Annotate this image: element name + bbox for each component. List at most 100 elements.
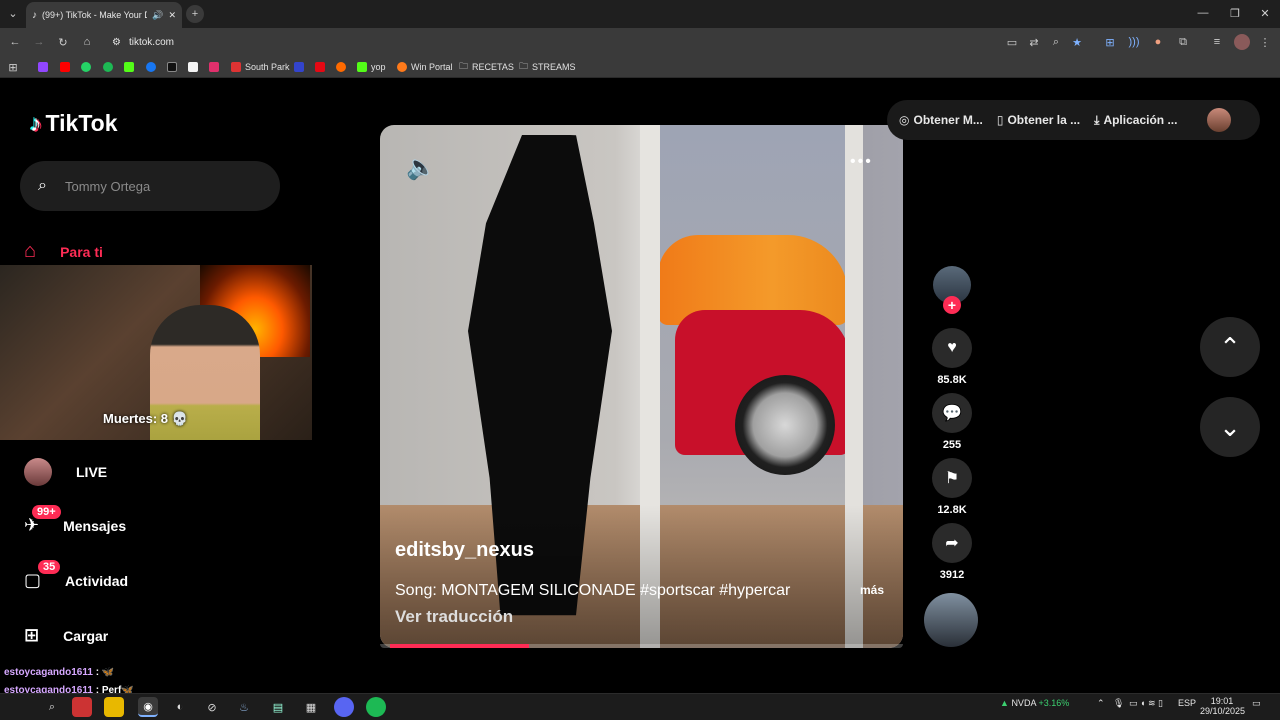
video-caption: Song: MONTAGEM SILICONADE #sportscar #hy… (395, 582, 791, 599)
translate-icon[interactable]: ⇄ (1027, 35, 1041, 49)
browser-toolbar: ← → ↻ ⌂ ⚙ tiktok.com ▭ ⇄ ⌕ ★ ⊞ ))) ● ⧉ ≡… (0, 28, 1280, 56)
chrome-taskbar-icon[interactable]: ◉ (138, 697, 158, 717)
extensions-puzzle-icon[interactable]: ⧉ (1176, 35, 1190, 49)
extension-translate-icon[interactable]: ⊞ (1103, 35, 1117, 49)
video-username[interactable]: editsby_nexus (395, 539, 534, 562)
more-options-icon[interactable]: ••• (850, 153, 873, 171)
get-app-button[interactable]: ▯ Obtener la ... (997, 113, 1080, 127)
url-text: tiktok.com (128, 36, 174, 48)
zoom-icon[interactable]: ⌕ (1049, 35, 1063, 49)
taskbar-search-icon[interactable]: ⌕ (42, 697, 62, 717)
forward-icon[interactable]: → (32, 35, 46, 49)
bookmark-folder-recetas[interactable]: 🗀 RECETAS (459, 59, 514, 75)
facebook-bookmark-icon[interactable] (146, 62, 156, 72)
nav-live[interactable]: LIVE (24, 458, 107, 486)
new-tab-icon[interactable]: + (186, 5, 204, 23)
bookmark-icon[interactable]: ⚑ (932, 458, 972, 498)
music-disc-avatar[interactable] (924, 593, 978, 647)
amazon-bookmark-icon[interactable] (188, 62, 198, 72)
install-app-icon[interactable]: ▭ (1005, 35, 1019, 49)
file-explorer-icon[interactable] (104, 697, 124, 717)
minimize-icon[interactable]: — (1196, 6, 1210, 20)
kick-bookmark-icon[interactable] (124, 62, 134, 72)
instagram-bookmark-icon[interactable] (209, 62, 219, 72)
clock[interactable]: 19:01 29/10/2025 (1200, 696, 1245, 716)
heart-icon[interactable]: ♥ (932, 328, 972, 368)
overwatch-taskbar-icon[interactable]: ⊘ (202, 697, 222, 717)
share-icon[interactable]: ➦ (932, 523, 972, 563)
taskbar-app-icon[interactable] (72, 697, 92, 717)
nav-upload[interactable]: ⊞ Cargar (24, 625, 108, 646)
extension-icon[interactable]: ● (1151, 35, 1165, 49)
tiktok-logo[interactable]: ♪ TikTok (30, 110, 118, 137)
like-action[interactable]: ♥ 85.8K (932, 328, 972, 386)
notifications-icon[interactable]: ▭ (1252, 698, 1261, 709)
restore-icon[interactable]: ❐ (1228, 6, 1242, 20)
bookmark-yop[interactable]: yop (357, 59, 386, 75)
tab-close-icon[interactable]: ✕ (168, 10, 176, 21)
home-icon[interactable]: ⌂ (80, 35, 94, 49)
youtube-bookmark-icon[interactable] (60, 62, 70, 72)
twitch-bookmark-icon[interactable] (38, 62, 48, 72)
previous-video-button[interactable]: ⌃ (1200, 317, 1260, 377)
volume-icon[interactable]: 🔈 (406, 153, 436, 182)
see-translation-link[interactable]: Ver traducción (395, 607, 513, 627)
caption-more-link[interactable]: más (860, 583, 884, 597)
steam-taskbar-icon[interactable]: ♨ (234, 697, 254, 717)
nav-label: LIVE (76, 464, 108, 480)
crunchyroll-bookmark-icon[interactable] (336, 62, 346, 72)
save-action[interactable]: ⚑ 12.8K (932, 458, 972, 516)
tray-overflow-icon[interactable]: ⌃ (1097, 698, 1105, 709)
stock-widget[interactable]: ▲ NVDA +3.16% (1000, 698, 1069, 708)
profile-avatar[interactable] (1234, 34, 1250, 50)
back-icon[interactable]: ← (8, 35, 22, 49)
nav-for-you[interactable]: ⌂ Para ti (24, 240, 103, 263)
reading-list-icon[interactable]: ≡ (1210, 35, 1224, 49)
tab-audio-icon[interactable]: 🔊 (152, 10, 163, 21)
tiktok-bookmark-icon[interactable] (167, 62, 177, 72)
m-bookmark-icon[interactable] (294, 62, 304, 72)
discord-taskbar-icon[interactable] (334, 697, 354, 717)
desktop-app-button[interactable]: ⤓ Aplicación ... (1094, 113, 1177, 128)
folder-icon: 🗀 (519, 61, 529, 71)
car-wheel (735, 375, 835, 475)
bookmark-south-park[interactable]: South Park (231, 59, 290, 75)
get-coins-button[interactable]: ◎ Obtener M... (899, 113, 983, 127)
microphone-icon[interactable]: 🎙 (1113, 698, 1124, 709)
netflix-bookmark-icon[interactable] (315, 62, 325, 72)
close-window-icon[interactable]: ✕ (1258, 6, 1272, 20)
deaths-counter: Muertes: 8 💀 (103, 411, 188, 426)
spotify-bookmark-icon[interactable] (103, 62, 113, 72)
bookmark-folder-streams[interactable]: 🗀 STREAMS (519, 59, 576, 75)
follow-plus-icon[interactable]: + (943, 296, 961, 314)
comment-action[interactable]: 💬 255 (932, 393, 972, 451)
nav-messages[interactable]: ✈ 99+ Mensajes (24, 505, 126, 536)
tab-search-icon[interactable]: ⌄ (6, 6, 20, 20)
browser-tab[interactable]: ♪ (99+) TikTok - Make Your Day 🔊 ✕ (26, 2, 182, 28)
spotify-taskbar-icon[interactable] (366, 697, 386, 717)
nav-activity[interactable]: ▢ 35 Actividad (24, 560, 128, 591)
video-player[interactable]: 🔈 ••• editsby_nexus Song: MONTAGEM SILIC… (380, 125, 903, 648)
user-avatar[interactable] (1207, 108, 1232, 132)
menu-kebab-icon[interactable]: ⋮ (1258, 35, 1272, 49)
notepad-taskbar-icon[interactable]: ▤ (268, 697, 288, 717)
extension-audio-icon[interactable]: ))) (1127, 35, 1141, 49)
apps-grid-icon[interactable]: ⊞ (6, 60, 20, 74)
tray-icons[interactable]: ▭ ◖ ≋ ▯ (1129, 698, 1163, 709)
language-indicator[interactable]: ESP (1178, 698, 1196, 708)
south-park-icon (231, 62, 241, 72)
reload-icon[interactable]: ↻ (56, 35, 70, 49)
obs-taskbar-icon[interactable]: ◐ (170, 697, 190, 717)
share-action[interactable]: ➦ 3912 (932, 523, 972, 581)
bookmark-star-icon[interactable]: ★ (1070, 35, 1084, 49)
bookmark-win-portal[interactable]: Win Portal (397, 59, 453, 75)
live-avatar (24, 458, 52, 486)
address-bar[interactable]: ⚙ tiktok.com (104, 31, 994, 53)
windows-taskbar: ⌕ ◉ ◐ ⊘ ♨ ▤ ▦ ▲ NVDA +3.16% ⌃ 🎙 ▭ ◖ ≋ ▯ … (0, 693, 1280, 720)
site-info-icon[interactable]: ⚙ (112, 37, 121, 48)
game-taskbar-icon[interactable]: ▦ (301, 697, 321, 717)
comment-icon[interactable]: 💬 (932, 393, 972, 433)
whatsapp-bookmark-icon[interactable] (81, 62, 91, 72)
next-video-button[interactable]: ⌄ (1200, 397, 1260, 457)
search-input[interactable]: ⌕ Tommy Ortega (20, 161, 280, 211)
